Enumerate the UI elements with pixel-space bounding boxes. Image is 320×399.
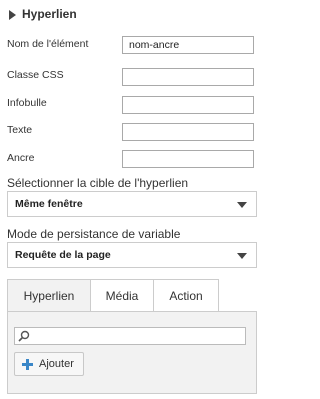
label-element-name: Nom de l'élément — [7, 38, 89, 50]
tab-label: Hyperlien — [23, 288, 75, 303]
tab-action[interactable]: Action — [153, 279, 219, 311]
tab-label: Action — [169, 288, 203, 303]
section-title: Hyperlien — [22, 7, 77, 21]
tab-bar: Hyperlien Média Action — [7, 279, 219, 311]
target-label: Sélectionner la cible de l'hyperlien — [7, 176, 189, 190]
text-field[interactable] — [122, 123, 254, 141]
persistence-selected-value: Requête de la page — [15, 249, 111, 261]
tab-panel-hyperlien: Ajouter — [7, 311, 257, 394]
target-select[interactable]: Même fenêtre — [7, 191, 257, 217]
caret-right-icon[interactable] — [9, 10, 16, 20]
css-class-field[interactable] — [122, 68, 254, 86]
anchor-field[interactable] — [122, 150, 254, 168]
tab-label: Média — [105, 288, 139, 303]
label-anchor: Ancre — [7, 152, 35, 164]
search-input[interactable] — [14, 327, 246, 345]
target-selected-value: Même fenêtre — [15, 198, 83, 210]
label-css-class: Classe CSS — [7, 69, 64, 81]
chevron-down-icon — [237, 253, 247, 259]
tab-hyperlien[interactable]: Hyperlien — [7, 279, 91, 311]
label-tooltip: Infobulle — [7, 97, 47, 109]
persistence-label: Mode de persistance de variable — [7, 227, 181, 241]
element-name-field[interactable] — [122, 36, 254, 54]
chevron-down-icon — [237, 202, 247, 208]
tooltip-field[interactable] — [122, 96, 254, 114]
section-header-hyperlien[interactable]: Hyperlien — [0, 0, 268, 30]
label-text: Texte — [7, 124, 33, 136]
tab-media[interactable]: Média — [90, 279, 154, 311]
add-button-label: Ajouter — [39, 358, 74, 370]
add-button[interactable]: Ajouter — [14, 352, 84, 376]
persistence-select[interactable]: Requête de la page — [7, 242, 257, 268]
plus-icon — [22, 359, 33, 370]
search-icon — [18, 330, 30, 342]
